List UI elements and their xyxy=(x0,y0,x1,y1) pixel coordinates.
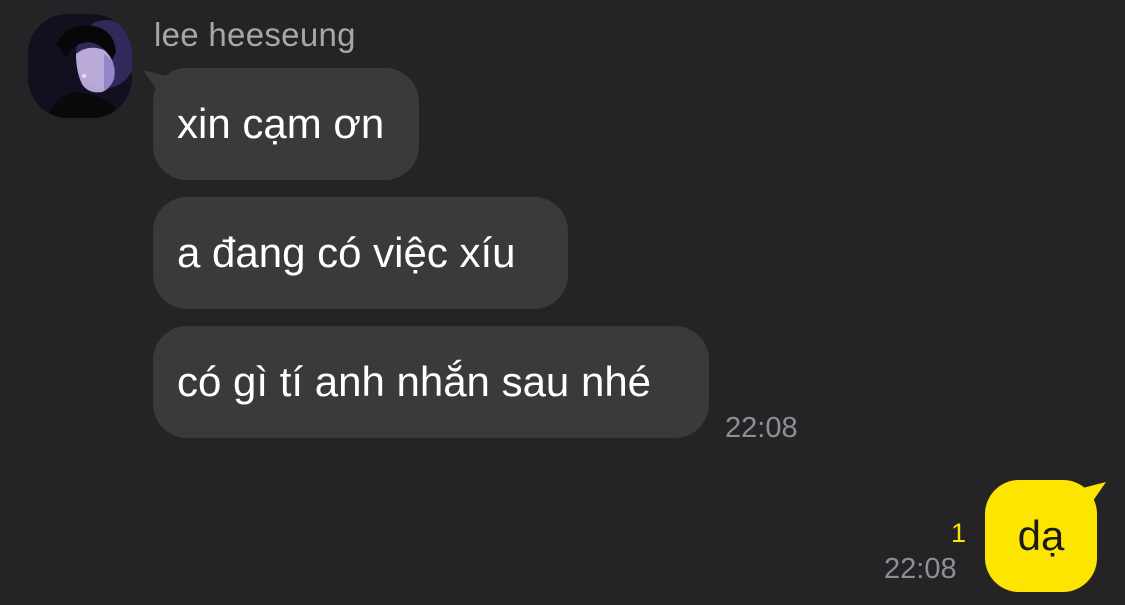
message-text: xin cạm ơn xyxy=(177,100,385,147)
unread-count: 1 xyxy=(951,518,967,548)
message-text: có gì tí anh nhắn sau nhé xyxy=(177,358,652,405)
avatar[interactable] xyxy=(28,14,132,118)
outgoing-message-bubble[interactable]: dạ xyxy=(985,480,1097,592)
incoming-message-bubble[interactable]: xin cạm ơn xyxy=(153,68,419,180)
sender-name: lee heeseung xyxy=(154,16,356,53)
incoming-timestamp: 22:08 xyxy=(725,412,798,444)
message-text: dạ xyxy=(1017,512,1065,559)
profile-photo-icon xyxy=(28,14,132,118)
incoming-message-bubble[interactable]: a đang có việc xíu xyxy=(153,197,568,309)
chat-view: lee heeseung xin cạm ơn a đang có việc x… xyxy=(0,0,1125,605)
incoming-message-bubble[interactable]: có gì tí anh nhắn sau nhé xyxy=(153,326,709,438)
outgoing-timestamp: 22:08 xyxy=(884,553,957,585)
message-text: a đang có việc xíu xyxy=(177,229,516,276)
